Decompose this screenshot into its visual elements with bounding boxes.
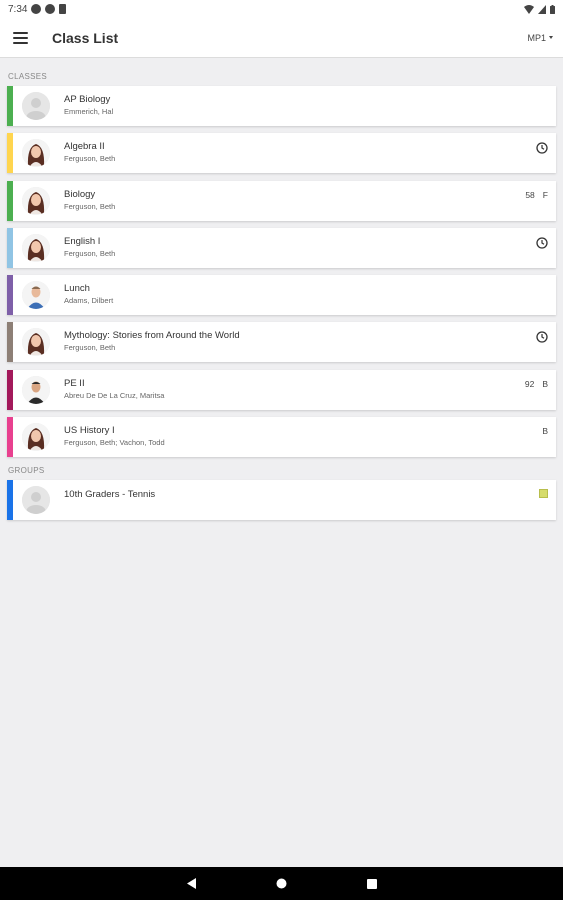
color-stripe [7, 86, 13, 126]
avatar [22, 186, 50, 215]
classes-section-label: CLASSES [8, 72, 48, 81]
status-time: 7:34 [8, 3, 28, 15]
clock-icon [536, 142, 548, 154]
group-list: 10th Graders - Tennis [7, 480, 556, 527]
item-name: 10th Graders - Tennis [64, 489, 156, 500]
status-bar: 7:34 [0, 0, 563, 18]
color-stripe [7, 275, 13, 316]
battery-icon [550, 4, 555, 14]
item-name: AP Biology [64, 94, 111, 105]
teacher-name: Ferguson, Beth [64, 201, 116, 211]
grade-letter: B [542, 378, 548, 389]
marking-period-dropdown[interactable]: MP1 [527, 33, 553, 43]
color-stripe [7, 133, 13, 174]
back-triangle-icon [186, 878, 196, 889]
item-name: Mythology: Stories from Around the World [64, 330, 240, 342]
groups-section-label: GROUPS [8, 466, 45, 475]
class-row[interactable]: Lunch Adams, Dilbert [7, 275, 556, 316]
group-row[interactable]: 10th Graders - Tennis [7, 480, 556, 520]
recents-square-icon [366, 878, 377, 889]
color-stripe [7, 227, 13, 268]
signal-icon [538, 4, 546, 14]
color-stripe [7, 417, 13, 458]
class-row[interactable]: Biology Ferguson, Beth 58 F [7, 180, 556, 221]
notification-sd-icon [59, 4, 67, 14]
item-name: Algebra II [64, 141, 105, 153]
color-stripe [7, 322, 13, 363]
note-icon [539, 489, 548, 498]
item-name: US History I [64, 425, 115, 437]
class-row[interactable]: English I Ferguson, Beth [7, 227, 556, 268]
grade-letter: B [542, 426, 548, 437]
class-list: AP Biology Emmerich, Hal Algebra II Ferguso… [7, 86, 556, 464]
system-nav-bar [0, 867, 563, 900]
teacher-name: Abreu De De La Cruz, Maritsa [64, 390, 165, 400]
class-row[interactable]: US History I Ferguson, Beth; Vachon, Todd… [7, 417, 556, 458]
color-stripe [7, 369, 13, 410]
avatar [22, 486, 50, 514]
grade-percent: 58 [525, 189, 535, 200]
teacher-name: Ferguson, Beth [64, 154, 116, 164]
caret-down-icon [549, 36, 553, 39]
teacher-name: Adams, Dilbert [64, 296, 114, 306]
class-row[interactable]: Algebra II Ferguson, Beth [7, 133, 556, 174]
avatar [22, 281, 50, 310]
clock-icon [536, 331, 548, 344]
grade-letter: F [542, 189, 548, 200]
teacher-name: Ferguson, Beth [64, 343, 116, 353]
hamburger-menu-icon[interactable] [2, 18, 38, 58]
avatar [22, 139, 50, 168]
teacher-name: Ferguson, Beth; Vachon, Todd [64, 438, 165, 448]
class-row[interactable]: AP Biology Emmerich, Hal [7, 86, 556, 126]
wifi-icon [524, 4, 534, 14]
item-name: Lunch [64, 283, 90, 295]
marking-period-value: MP1 [527, 32, 546, 43]
recents-button[interactable] [366, 878, 378, 890]
notification-a-icon [31, 4, 42, 14]
avatar [22, 328, 50, 357]
app-bar: Class List MP1 [0, 18, 563, 58]
avatar [22, 92, 50, 120]
page-title: Class List [52, 29, 119, 46]
clock-icon [536, 237, 548, 249]
teacher-name: Emmerich, Hal [64, 107, 114, 116]
avatar [22, 423, 50, 452]
back-button[interactable] [186, 878, 198, 890]
home-button[interactable] [276, 878, 288, 890]
item-name: Biology [64, 188, 96, 200]
item-name: English I [64, 235, 101, 247]
color-stripe [7, 180, 13, 221]
class-row[interactable]: PE II Abreu De De La Cruz, Maritsa 92 B [7, 369, 556, 410]
avatar [22, 375, 50, 404]
class-row[interactable]: Mythology: Stories from Around the World… [7, 322, 556, 363]
avatar [22, 233, 50, 262]
grade-percent: 92 [524, 378, 535, 389]
teacher-name: Ferguson, Beth [64, 248, 116, 258]
item-name: PE II [64, 377, 85, 389]
color-stripe [7, 480, 13, 520]
notification-sync-icon [45, 4, 56, 14]
home-circle-icon [276, 878, 287, 889]
